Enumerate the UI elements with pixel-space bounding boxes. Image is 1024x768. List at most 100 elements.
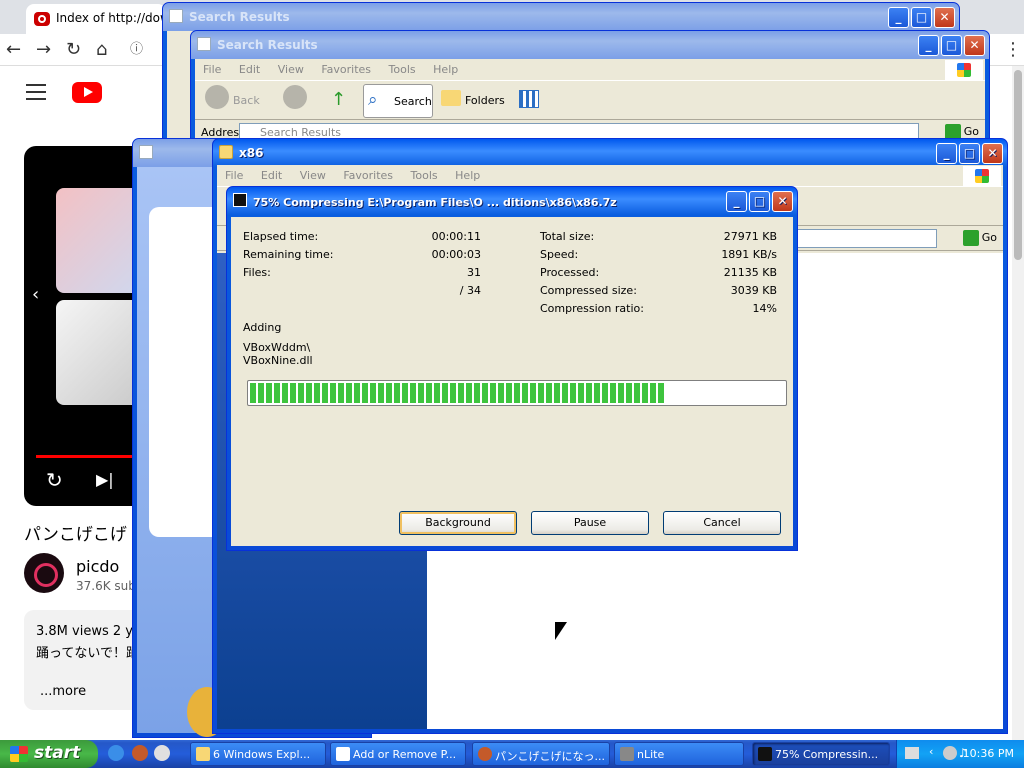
- menu-edit[interactable]: Edit: [239, 63, 260, 76]
- taskbar-item-7zip[interactable]: 75% Compressin...: [752, 742, 890, 766]
- quick-launch-icon[interactable]: [154, 745, 170, 761]
- menu-file[interactable]: File: [203, 63, 221, 76]
- close-button[interactable]: ✕: [964, 35, 985, 56]
- close-button[interactable]: ✕: [934, 7, 955, 28]
- menu-bar: File Edit View Favorites Tools Help: [217, 165, 1003, 187]
- menu-tools[interactable]: Tools: [389, 63, 416, 76]
- more-link[interactable]: ...more: [40, 684, 86, 699]
- windows-logo-icon: [10, 746, 28, 762]
- go-arrow-icon: [962, 230, 979, 246]
- chevron-left-icon[interactable]: ‹: [32, 284, 39, 305]
- minimize-button[interactable]: _: [726, 191, 747, 212]
- minimize-button[interactable]: _: [918, 35, 939, 56]
- maximize-button[interactable]: □: [959, 143, 980, 164]
- channel-name[interactable]: picdo: [76, 557, 119, 576]
- cancel-button[interactable]: Cancel: [663, 511, 781, 535]
- search-results-icon: [139, 145, 153, 159]
- start-button[interactable]: start: [0, 740, 98, 768]
- hamburger-menu-icon[interactable]: [26, 84, 46, 100]
- youtube-logo-icon[interactable]: [72, 82, 102, 103]
- back-arrow-icon[interactable]: ←: [6, 39, 21, 60]
- quick-launch-icon[interactable]: [132, 745, 148, 761]
- forward-arrow-icon[interactable]: →: [36, 39, 51, 60]
- go-button[interactable]: Go: [962, 230, 997, 246]
- close-button[interactable]: ✕: [982, 143, 1003, 164]
- files-total-value: / 34: [459, 284, 481, 297]
- taskbar-item-nlite[interactable]: nLite: [614, 742, 744, 766]
- menu-view[interactable]: View: [278, 63, 304, 76]
- menu-edit[interactable]: Edit: [261, 169, 282, 182]
- keyboard-icon[interactable]: [905, 747, 919, 759]
- compress-progress-dialog[interactable]: 75% Compressing E:\Program Files\O ... d…: [226, 186, 798, 551]
- menu-bar: File Edit View Favorites Tools Help: [195, 59, 985, 81]
- dialog-titlebar[interactable]: 75% Compressing E:\Program Files\O ... d…: [227, 187, 797, 215]
- window-titlebar[interactable]: x86 _ □ ✕: [213, 139, 1007, 167]
- status-text: Adding: [243, 321, 282, 334]
- folder-icon: [196, 747, 210, 761]
- compression-ratio-label: Compression ratio:: [540, 302, 644, 315]
- opera-icon: [34, 12, 50, 26]
- folders-button[interactable]: Folders: [465, 87, 505, 115]
- current-file: VBoxNine.dll: [243, 354, 313, 367]
- system-tray: ‹ ♪ 10:36 PM: [896, 740, 1024, 768]
- back-button[interactable]: Back: [233, 87, 260, 115]
- internet-explorer-icon[interactable]: [108, 745, 124, 761]
- clock[interactable]: 10:36 PM: [963, 747, 1014, 760]
- mouse-cursor-icon: [555, 622, 567, 640]
- compressed-size-value: 3039 KB: [730, 284, 777, 297]
- home-icon[interactable]: ⌂: [96, 39, 107, 60]
- nlite-icon: [620, 747, 634, 761]
- dialog-body: Elapsed time: 00:00:11 Remaining time: 0…: [231, 217, 793, 546]
- browser-window-controls[interactable]: [960, 0, 1024, 26]
- taskbar-item-browser[interactable]: パンこげこげになっ...: [472, 742, 610, 766]
- views-icon[interactable]: [519, 90, 539, 108]
- search-icon: ⌕: [368, 90, 378, 110]
- maximize-button[interactable]: □: [941, 35, 962, 56]
- elapsed-time-value: 00:00:11: [431, 230, 481, 243]
- back-icon[interactable]: [205, 85, 229, 109]
- minimize-button[interactable]: _: [936, 143, 957, 164]
- search-button[interactable]: ⌕ Search: [363, 84, 433, 118]
- browser-menu-icon[interactable]: ⋮: [1004, 39, 1022, 60]
- tray-app-icon[interactable]: [943, 746, 957, 760]
- processed-label: Processed:: [540, 266, 600, 279]
- scrollbar-thumb[interactable]: [1014, 70, 1022, 260]
- chevron-left-icon[interactable]: ‹: [929, 745, 933, 758]
- menu-help[interactable]: Help: [455, 169, 480, 182]
- browser-tab[interactable]: Index of http://downlo: [26, 4, 166, 34]
- toolbar: Back ↑ ⌕ Search Folders: [195, 82, 985, 120]
- remaining-time-label: Remaining time:: [243, 248, 334, 261]
- files-label: Files:: [243, 266, 271, 279]
- processed-value: 21135 KB: [723, 266, 777, 279]
- taskbar-item-explorer[interactable]: 6 Windows Expl...: [190, 742, 326, 766]
- menu-file[interactable]: File: [225, 169, 243, 182]
- control-panel-icon: [336, 747, 350, 761]
- close-button[interactable]: ✕: [772, 191, 793, 212]
- remaining-time-value: 00:00:03: [431, 248, 481, 261]
- elapsed-time-label: Elapsed time:: [243, 230, 319, 243]
- menu-tools[interactable]: Tools: [411, 169, 438, 182]
- current-folder: VBoxWddm\: [243, 341, 311, 354]
- windows-logo-icon: [945, 60, 983, 80]
- background-button[interactable]: Background: [399, 511, 517, 535]
- replay-icon[interactable]: ↻: [46, 468, 63, 492]
- taskbar-item-add-remove[interactable]: Add or Remove P...: [330, 742, 466, 766]
- window-titlebar[interactable]: Search Results _ □ ✕: [163, 3, 959, 31]
- description-text: 踊ってないで！踊: [36, 646, 139, 661]
- menu-favorites[interactable]: Favorites: [321, 63, 371, 76]
- reload-icon[interactable]: ↻: [66, 39, 81, 60]
- pause-button[interactable]: Pause: [531, 511, 649, 535]
- channel-avatar[interactable]: [24, 553, 64, 593]
- next-icon[interactable]: ▶|: [96, 470, 114, 489]
- maximize-button[interactable]: □: [911, 7, 932, 28]
- total-size-label: Total size:: [540, 230, 595, 243]
- window-titlebar[interactable]: Search Results _ □ ✕: [191, 31, 989, 59]
- maximize-button[interactable]: □: [749, 191, 770, 212]
- menu-favorites[interactable]: Favorites: [343, 169, 393, 182]
- forward-icon[interactable]: [283, 85, 307, 109]
- up-folder-icon[interactable]: ↑: [331, 89, 346, 110]
- minimize-button[interactable]: _: [888, 7, 909, 28]
- menu-view[interactable]: View: [300, 169, 326, 182]
- video-progress[interactable]: [36, 455, 136, 458]
- menu-help[interactable]: Help: [433, 63, 458, 76]
